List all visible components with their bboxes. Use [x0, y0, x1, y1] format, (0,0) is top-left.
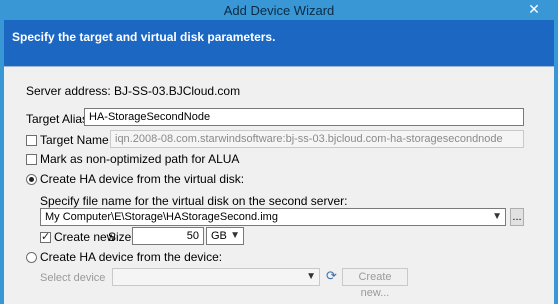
chevron-down-icon: ▼	[230, 230, 240, 241]
size-input[interactable]: 50	[132, 227, 204, 245]
create-new-label: Create new	[54, 230, 116, 244]
size-label: Size:	[108, 230, 135, 244]
create-from-device-radio[interactable]	[26, 252, 37, 263]
file-path-select[interactable]: My Computer\E\Storage\HAStorageSecond.im…	[40, 208, 506, 226]
size-unit-value: GB	[211, 230, 227, 242]
title-bar: Add Device Wizard ✕	[0, 0, 558, 20]
chevron-down-icon: ▼	[492, 211, 502, 222]
target-alias-label: Target Alias:	[26, 112, 92, 126]
target-name-label: Target Name	[40, 133, 109, 147]
mark-non-optimized-checkbox[interactable]	[26, 154, 37, 165]
wizard-window: Specify the target and virtual disk para…	[4, 20, 554, 304]
create-from-device-label: Create HA device from the device:	[40, 250, 223, 264]
header-text: Specify the target and virtual disk para…	[12, 30, 276, 44]
mark-non-optimized-label: Mark as non-optimized path for ALUA	[40, 152, 240, 166]
server-address-label: Server address: BJ-SS-03.BJCloud.com	[26, 84, 241, 98]
refresh-icon[interactable]: ⟳	[326, 268, 337, 284]
target-name-checkbox[interactable]	[26, 135, 37, 146]
create-new-checkbox[interactable]	[40, 230, 51, 243]
file-path-value: My Computer\E\Storage\HAStorageSecond.im…	[45, 211, 278, 223]
browse-button[interactable]: ...	[510, 208, 524, 226]
target-alias-input[interactable]: HA-StorageSecondNode	[84, 108, 524, 126]
create-new-device-button[interactable]: Create new...	[342, 268, 408, 299]
wizard-header: Specify the target and virtual disk para…	[4, 20, 554, 67]
select-device-dropdown[interactable]: ▼	[112, 268, 320, 286]
create-from-virtual-disk-radio[interactable]	[26, 174, 37, 185]
select-device-label: Select device	[40, 272, 106, 284]
chevron-down-icon: ▼	[306, 271, 316, 282]
size-unit-select[interactable]: GB ▼	[206, 227, 244, 245]
form-panel: Server address: BJ-SS-03.BJCloud.com Tar…	[4, 70, 554, 304]
create-from-virtual-disk-label: Create HA device from the virtual disk:	[40, 172, 245, 186]
close-icon[interactable]: ✕	[518, 0, 550, 18]
specify-file-label: Specify file name for the virtual disk o…	[40, 194, 348, 208]
target-name-input[interactable]: iqn.2008-08.com.starwindsoftware:bj-ss-0…	[110, 130, 524, 148]
window-title: Add Device Wizard	[223, 3, 335, 18]
